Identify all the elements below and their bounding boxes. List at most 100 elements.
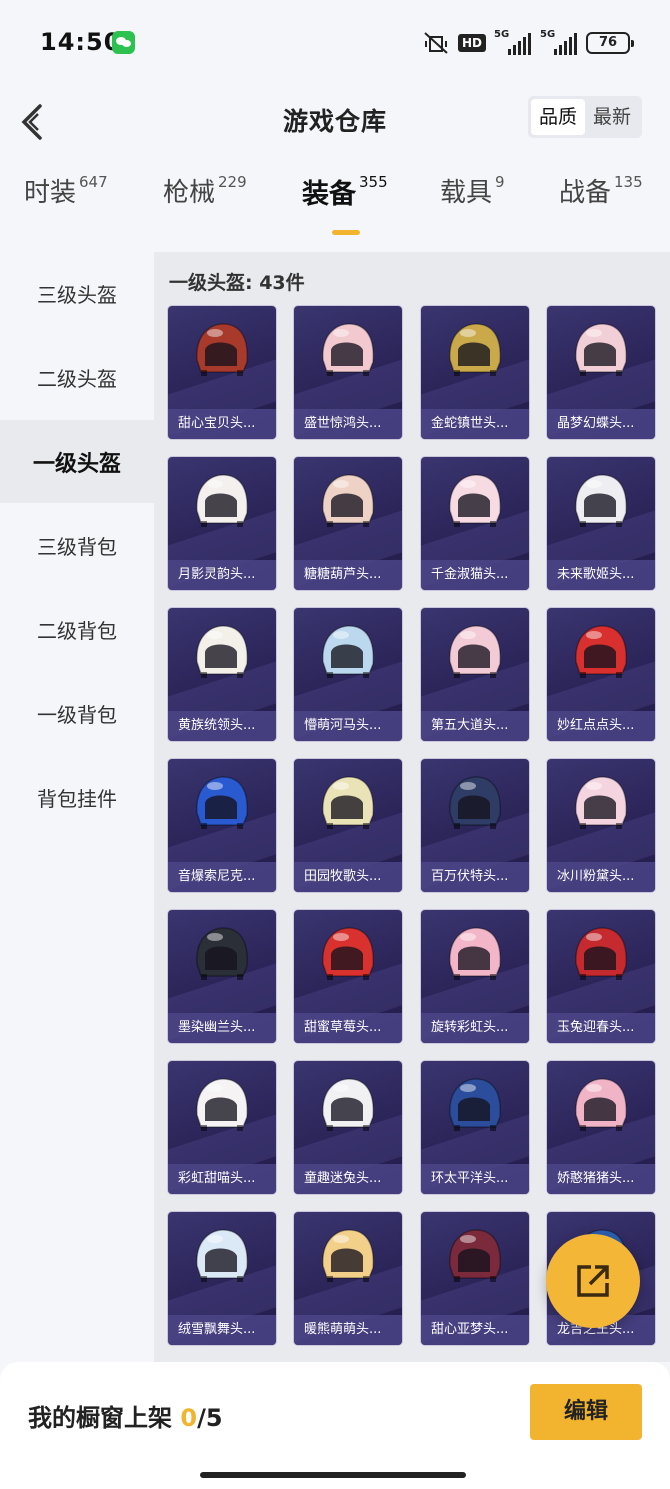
tab-vehicles[interactable]: 载具 9 (440, 172, 505, 238)
sidebar-item-level3-helmet[interactable]: 三级头盔 (0, 252, 154, 335)
item-card[interactable]: 月影灵韵头... (168, 457, 276, 590)
item-card[interactable]: 冰川粉黛头... (547, 759, 655, 892)
item-name: 玉兔迎春头... (547, 1013, 655, 1043)
sidebar-item-level1-helmet[interactable]: 一级头盔 (0, 420, 154, 503)
tab-fashion[interactable]: 时装 647 (24, 172, 108, 238)
item-name: 未来歌姬头... (547, 560, 655, 590)
helmet-icon (575, 927, 627, 980)
nav-bar: 游戏仓库 品质 最新 (0, 88, 670, 152)
helmet-icon (449, 927, 501, 980)
item-card[interactable]: 绒雪飘舞头... (168, 1212, 276, 1345)
item-card[interactable]: 田园牧歌头... (294, 759, 402, 892)
item-card[interactable]: 墨染幽兰头... (168, 910, 276, 1043)
item-card[interactable]: 妙红点点头... (547, 608, 655, 741)
item-name: 甜心亚梦头... (421, 1315, 529, 1345)
item-card[interactable]: 音爆索尼克... (168, 759, 276, 892)
status-icons: HD 5G 5G 76 (422, 29, 634, 56)
helmet-icon (196, 1078, 248, 1131)
helmet-icon (575, 625, 627, 678)
item-name: 晶梦幻蝶头... (547, 409, 655, 439)
item-name: 田园牧歌头... (294, 862, 402, 892)
item-name: 妙红点点头... (547, 711, 655, 741)
helmet-icon (196, 1229, 248, 1282)
sidebar-item-level2-helmet[interactable]: 二级头盔 (0, 336, 154, 419)
item-name: 娇憨猪猪头... (547, 1164, 655, 1194)
hd-badge: HD (457, 34, 486, 52)
sort-newest-option[interactable]: 最新 (585, 99, 639, 135)
sort-quality-option[interactable]: 品质 (530, 99, 585, 135)
item-card[interactable]: 甜心亚梦头... (421, 1212, 529, 1345)
helmet-icon (449, 1078, 501, 1131)
helmet-icon (322, 625, 374, 678)
section-header: 一级头盔: 43件 (169, 272, 305, 294)
item-name: 盛世惊鸿头... (294, 409, 402, 439)
helmet-icon (196, 625, 248, 678)
item-name: 金蛇镇世头... (421, 409, 529, 439)
item-name: 绒雪飘舞头... (168, 1315, 276, 1345)
item-card[interactable]: 金蛇镇世头... (421, 306, 529, 439)
helmet-icon (322, 927, 374, 980)
signal-icon-1: 5G (494, 29, 532, 55)
edit-button[interactable]: 编辑 (530, 1384, 642, 1440)
item-name: 糖糖葫芦头... (294, 560, 402, 590)
item-card[interactable]: 童趣迷兔头... (294, 1061, 402, 1194)
sort-toggle: 品质 最新 (527, 96, 642, 138)
showcase-shelf-status: 我的橱窗上架 0/5 (28, 1404, 223, 1432)
helmet-icon (575, 474, 627, 527)
share-float-button[interactable] (546, 1234, 640, 1328)
item-card[interactable]: 百万伏特头... (421, 759, 529, 892)
item-name: 百万伏特头... (421, 862, 529, 892)
item-card[interactable]: 懵萌河马头... (294, 608, 402, 741)
sidebar-item-backpack-charm[interactable]: 背包挂件 (0, 756, 154, 839)
helmet-icon (322, 323, 374, 376)
item-panel: 一级头盔: 43件 甜心宝贝头... 盛世惊鸿头... 金蛇镇世头... 晶梦幻蝶头.… (154, 252, 670, 1362)
helmet-icon (449, 474, 501, 527)
item-card[interactable]: 甜蜜草莓头... (294, 910, 402, 1043)
item-name: 暖熊萌萌头... (294, 1315, 402, 1345)
item-card[interactable]: 娇憨猪猪头... (547, 1061, 655, 1194)
item-card[interactable]: 黄族统领头... (168, 608, 276, 741)
helmet-icon (575, 1078, 627, 1131)
signal-icon-2: 5G (540, 29, 578, 55)
helmet-icon (196, 323, 248, 376)
status-time: 14:50 (40, 28, 122, 56)
helmet-icon (449, 323, 501, 376)
sidebar-item-level1-backpack[interactable]: 一级背包 (0, 672, 154, 755)
helmet-icon (449, 1229, 501, 1282)
home-indicator (200, 1472, 466, 1478)
item-card[interactable]: 环太平洋头... (421, 1061, 529, 1194)
item-card[interactable]: 旋转彩虹头... (421, 910, 529, 1043)
sidebar-item-level3-backpack[interactable]: 三级背包 (0, 504, 154, 587)
item-card[interactable]: 未来歌姬头... (547, 457, 655, 590)
helmet-icon (196, 474, 248, 527)
item-name: 月影灵韵头... (168, 560, 276, 590)
helmet-icon (196, 776, 248, 829)
item-card[interactable]: 甜心宝贝头... (168, 306, 276, 439)
bottom-bar: 我的橱窗上架 0/5 编辑 (0, 1362, 670, 1489)
item-card[interactable]: 彩虹甜喵头... (168, 1061, 276, 1194)
helmet-icon (322, 776, 374, 829)
item-card[interactable]: 盛世惊鸿头... (294, 306, 402, 439)
item-name: 音爆索尼克... (168, 862, 276, 892)
category-tabs: 时装 647 枪械 229 装备 355 载具 9 战备 135 (0, 172, 670, 242)
tab-equipment[interactable]: 装备 355 (302, 172, 388, 238)
helmet-icon (322, 1229, 374, 1282)
helmet-icon (575, 776, 627, 829)
item-name: 千金淑猫头... (421, 560, 529, 590)
item-card[interactable]: 玉兔迎春头... (547, 910, 655, 1043)
tab-weapons[interactable]: 枪械 229 (163, 172, 247, 238)
item-name: 第五大道头... (421, 711, 529, 741)
vibrate-mute-icon (424, 32, 448, 54)
item-name: 墨染幽兰头... (168, 1013, 276, 1043)
helmet-icon (449, 625, 501, 678)
sidebar-item-level2-backpack[interactable]: 二级背包 (0, 588, 154, 671)
item-card[interactable]: 晶梦幻蝶头... (547, 306, 655, 439)
item-card[interactable]: 第五大道头... (421, 608, 529, 741)
item-card[interactable]: 糖糖葫芦头... (294, 457, 402, 590)
item-card[interactable]: 千金淑猫头... (421, 457, 529, 590)
helmet-icon (196, 927, 248, 980)
tab-supplies[interactable]: 战备 135 (559, 172, 643, 238)
item-card[interactable]: 暖熊萌萌头... (294, 1212, 402, 1345)
item-name: 旋转彩虹头... (421, 1013, 529, 1043)
item-name: 黄族统领头... (168, 711, 276, 741)
